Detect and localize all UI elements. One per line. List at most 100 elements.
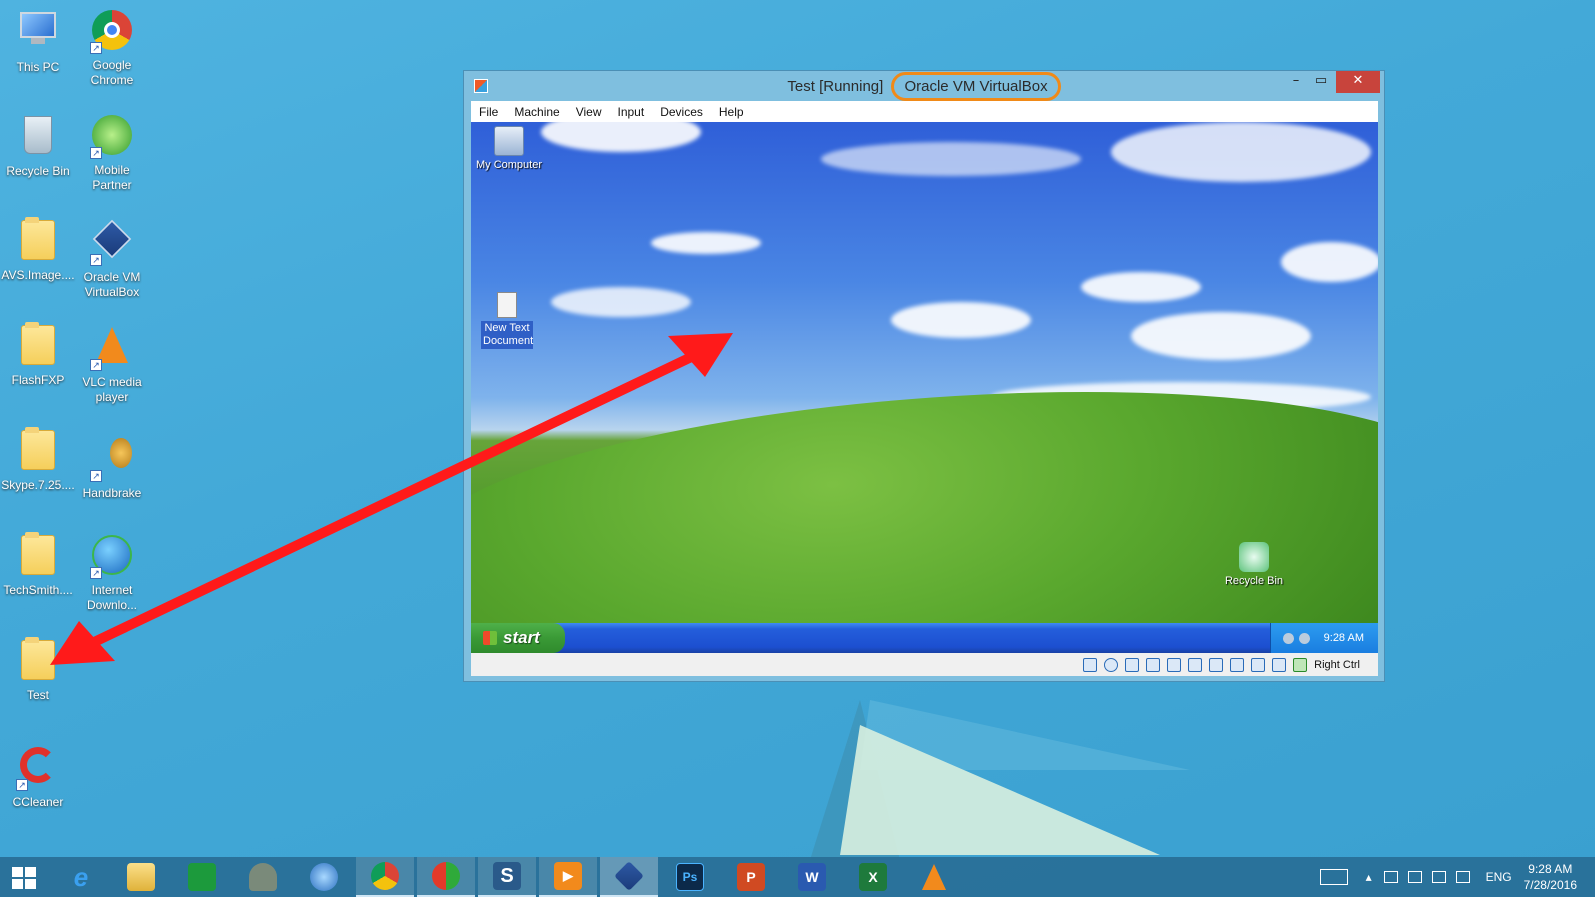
desktop-icon-google-chrome[interactable]: ↗ Google Chrome [74,8,150,88]
desktop-icon-internet-download[interactable]: ↗ Internet Downlo... [74,533,150,613]
power-icon[interactable] [1407,871,1422,883]
folder-icon [127,863,155,891]
usb-icon[interactable] [1167,657,1182,672]
taskbar-app-internet-explorer[interactable]: e [52,857,110,897]
taskbar-app-vlc[interactable] [905,857,963,897]
taskbar-app-greenshot[interactable] [417,857,475,897]
windows-flag-icon [483,631,497,645]
taskbar-app-file-explorer[interactable] [112,857,170,897]
desktop-icon-ccleaner[interactable]: ↗ CCleaner [0,743,76,810]
desktop-icon-oracle-vm-virtualbox[interactable]: ↗ Oracle VM VirtualBox [74,218,150,300]
windows-start-button[interactable] [12,867,36,889]
cloud [891,302,1031,338]
hard-disk-icon[interactable] [1083,657,1098,672]
desktop-icon-label: VLC media player [82,375,142,404]
xp-icon-label: New Text Document [481,321,534,349]
taskbar-app-store[interactable] [173,857,231,897]
tray-network-icon[interactable] [1298,632,1310,644]
xp-system-tray: 9:28 AM [1270,623,1378,653]
touch-keyboard-icon[interactable] [1319,869,1348,885]
mouse-integration-icon[interactable] [1272,657,1287,672]
folder-icon [16,220,60,264]
window-title-vm: Test [Running] [787,78,884,95]
taskbar-app-camtasia[interactable]: S [478,857,536,897]
menu-machine[interactable]: Machine [514,105,559,119]
taskbar-app-google-chrome[interactable] [356,857,414,897]
windows-taskbar: e S ▶ Ps P W X ▴ ENG 9:28 AM 7/28/2016 [0,857,1595,897]
network-signal-icon[interactable] [1431,871,1446,883]
language-indicator[interactable]: ENG [1486,870,1512,884]
cpu-icon[interactable] [1251,657,1266,672]
video-capture-icon[interactable] [1230,657,1245,672]
desktop-icon-recycle-bin[interactable]: Recycle Bin [0,113,76,179]
shared-folders-icon[interactable] [1188,657,1203,672]
folder-icon [16,325,60,369]
desktop-icon-label: Handbrake [82,486,142,500]
desktop-icon-label: Test [26,688,49,702]
taskbar-app-virtualbox[interactable] [600,857,658,897]
mobile-partner-icon: ↗ [90,115,134,159]
handbrake-icon: ↗ [90,438,134,482]
desktop-icon-techsmith[interactable]: TechSmith.... [0,533,76,598]
vlc-icon: ↗ [90,327,134,371]
taskbar-app-powerpoint[interactable]: P [722,857,780,897]
xp-start-button[interactable]: start [471,623,565,653]
desktop-icon-flashfxp[interactable]: FlashFXP [0,323,76,388]
taskbar-app-globe[interactable] [295,857,353,897]
taskbar-app-excel[interactable]: X [844,857,902,897]
desktop-icon-skype-folder[interactable]: Skype.7.25.... [0,428,76,493]
excel-icon: X [859,863,887,891]
virtualbox-vm-window[interactable]: Test [Running] Oracle VM VirtualBox – ▭ … [463,70,1385,682]
window-titlebar[interactable]: Test [Running] Oracle VM VirtualBox – ▭ … [464,71,1384,101]
chrome-icon [371,862,399,890]
ccleaner-icon: ↗ [16,747,60,791]
desktop-icon-vlc[interactable]: ↗ VLC media player [74,323,150,405]
clock-date: 7/28/2016 [1523,878,1577,892]
internet-explorer-icon: e [73,861,89,892]
monitor-icon [16,12,60,56]
keyboard-capture-icon[interactable] [1293,657,1308,672]
desktop-icon-label: FlashFXP [11,373,65,387]
word-icon: W [798,863,826,891]
start-label: start [503,628,540,647]
desktop-icon-test[interactable]: Test [0,638,76,703]
show-hidden-icons-icon[interactable]: ▴ [1366,870,1372,884]
cloud [1081,272,1201,302]
taskbar-clock[interactable]: 9:28 AM 7/28/2016 [1524,861,1577,893]
menu-view[interactable]: View [576,105,602,119]
action-center-flag-icon[interactable] [1383,871,1398,883]
display-icon[interactable] [1209,657,1224,672]
store-icon [188,863,216,891]
menu-help[interactable]: Help [719,105,744,119]
taskbar-app-photoshop[interactable]: Ps [661,857,719,897]
desktop-icon-avs-image[interactable]: AVS.Image.... [0,218,76,283]
desktop-icon-mobile-partner[interactable]: ↗ Mobile Partner [74,113,150,193]
volume-icon[interactable] [1455,871,1470,883]
network-icon[interactable] [1146,657,1161,672]
tray-speaker-icon[interactable] [1282,632,1294,644]
desktop-icon-label: This PC [16,60,60,74]
menu-input[interactable]: Input [618,105,645,119]
desktop-icon-handbrake[interactable]: ↗ Handbrake [74,428,150,501]
minimize-button[interactable]: – [1282,71,1310,93]
xp-icon-recycle-bin[interactable]: Recycle Bin [1218,542,1290,588]
folder-icon [16,640,60,684]
taskbar-app-scanner[interactable] [234,857,292,897]
close-button[interactable]: ✕ [1336,71,1380,93]
maximize-button[interactable]: ▭ [1307,71,1335,93]
chrome-icon: ↗ [90,10,134,54]
cloud [551,287,691,317]
xp-icon-my-computer[interactable]: My Computer [473,126,545,172]
taskbar-app-media-player[interactable]: ▶ [539,857,597,897]
text-document-icon [497,292,517,318]
menu-devices[interactable]: Devices [660,105,703,119]
guest-xp-desktop[interactable]: My Computer New Text Document Recycle Bi… [471,122,1378,653]
recycle-bin-icon [1239,542,1269,572]
desktop-icon-this-pc[interactable]: This PC [0,8,76,75]
audio-icon[interactable] [1125,657,1140,672]
media-player-icon: ▶ [554,862,582,890]
menu-file[interactable]: File [479,105,498,119]
taskbar-app-word[interactable]: W [783,857,841,897]
optical-drive-icon[interactable] [1104,657,1119,672]
xp-icon-new-text-document[interactable]: New Text Document [471,292,543,349]
